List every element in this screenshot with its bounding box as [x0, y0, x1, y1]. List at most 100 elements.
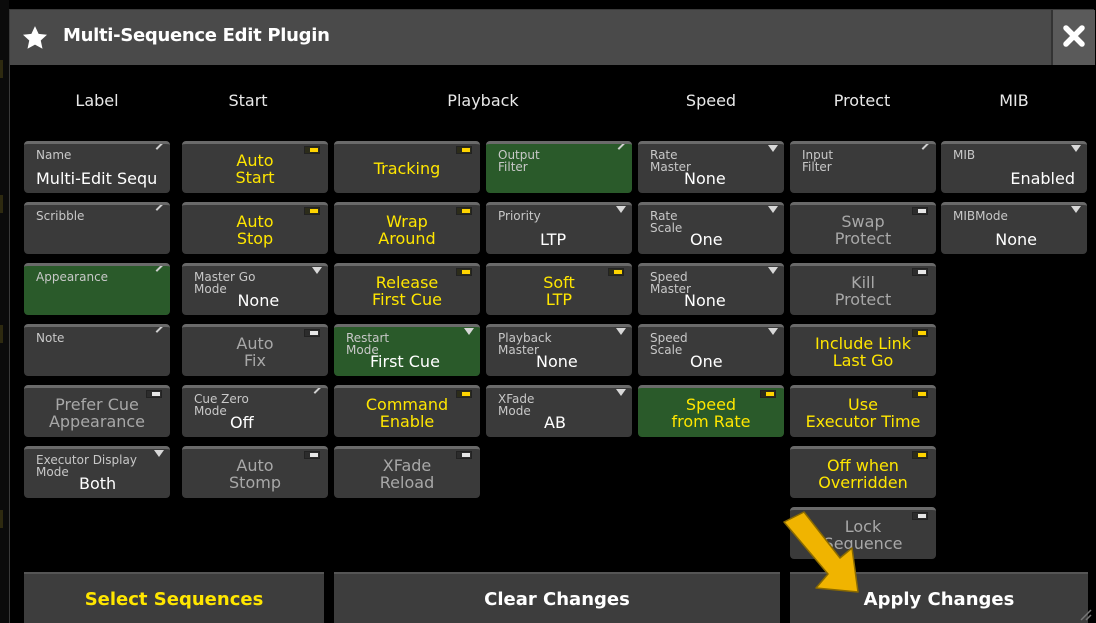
dropdown-indicator-icon [768, 145, 778, 152]
column-header-start: Start [228, 91, 268, 110]
mib-select[interactable]: MIB Enabled [941, 141, 1087, 193]
edit-indicator-icon [155, 327, 164, 333]
edge-marker [0, 325, 3, 343]
scribble-caption: Scribble [36, 209, 85, 223]
speed-scale-value: One [690, 352, 723, 371]
rate-scale-value: One [690, 230, 723, 249]
auto-stomp-toggle[interactable]: Auto Stomp [182, 446, 328, 498]
toggle-label: XFade Reload [379, 455, 435, 492]
off-when-overridden-toggle[interactable]: Off when Overridden [790, 446, 936, 498]
dropdown-indicator-icon [768, 267, 778, 274]
toggle-label: Release First Cue [372, 272, 442, 309]
select-sequences-button[interactable]: Select Sequences [24, 572, 324, 623]
column-header-protect: Protect [833, 91, 891, 110]
dropdown-indicator-icon [768, 328, 778, 335]
mib-mode-select[interactable]: MIBMode None [941, 202, 1087, 254]
appearance-caption: Appearance [36, 270, 109, 284]
wrap-around-toggle[interactable]: Wrap Around [334, 202, 480, 254]
window-title: Multi-Sequence Edit Plugin [63, 25, 330, 46]
star-icon [23, 26, 47, 49]
executor-display-value: Both [79, 474, 117, 493]
left-edge [0, 0, 9, 623]
name-button[interactable]: Name Multi-Edit Sequ [24, 141, 170, 193]
edit-indicator-icon [921, 144, 930, 150]
auto-start-toggle[interactable]: Auto Start [182, 141, 328, 193]
name-value: Multi-Edit Sequ [36, 169, 158, 188]
use-executor-time-toggle[interactable]: Use Executor Time [790, 385, 936, 437]
column-header-playback: Playback [447, 91, 519, 110]
edge-marker [0, 510, 3, 528]
xfade-reload-toggle[interactable]: XFade Reload [334, 446, 480, 498]
priority-value: LTP [540, 230, 567, 249]
restart-mode-select[interactable]: Restart Mode First Cue [334, 324, 480, 376]
rate-scale-caption: Rate Scale [650, 209, 683, 235]
include-link-last-go-toggle[interactable]: Include Link Last Go [790, 324, 936, 376]
kill-protect-toggle[interactable]: Kill Protect [790, 263, 936, 315]
tracking-toggle[interactable]: Tracking [334, 141, 480, 193]
speed-from-rate-toggle[interactable]: Speed from Rate [638, 385, 784, 437]
dropdown-indicator-icon [616, 206, 626, 213]
name-caption: Name [36, 148, 72, 162]
xfade-mode-select[interactable]: XFade Mode AB [486, 385, 632, 437]
column-header-mib: MIB [999, 91, 1029, 110]
cue-zero-mode-select[interactable]: Cue Zero Mode Off [182, 385, 328, 437]
output-filter-caption: Output Filter [498, 148, 540, 174]
appearance-button[interactable]: Appearance [24, 263, 170, 315]
edit-indicator-icon [155, 144, 164, 150]
mib-mode-caption: MIBMode [953, 209, 1008, 223]
clear-changes-button[interactable]: Clear Changes [334, 572, 780, 623]
release-first-cue-toggle[interactable]: Release First Cue [334, 263, 480, 315]
prefer-cue-appearance-toggle[interactable]: Prefer Cue Appearance [24, 385, 170, 437]
title-bar[interactable]: Multi-Sequence Edit Plugin [10, 10, 1095, 65]
priority-caption: Priority [498, 209, 541, 223]
edit-indicator-icon [313, 388, 322, 394]
edit-indicator-icon [155, 266, 164, 272]
cue-zero-value: Off [230, 413, 254, 432]
column-header-label: Label [75, 91, 119, 110]
column-header-speed: Speed [685, 91, 737, 110]
rate-master-value: None [684, 169, 726, 188]
toggle-label: Command Enable [365, 394, 449, 431]
mib-value: Enabled [1010, 169, 1075, 188]
toggle-label: Auto Stop [236, 211, 274, 248]
input-filter-button[interactable]: Input Filter [790, 141, 936, 193]
note-button[interactable]: Note [24, 324, 170, 376]
note-caption: Note [36, 331, 65, 345]
rate-master-select[interactable]: Rate Master None [638, 141, 784, 193]
speed-master-select[interactable]: Speed Master None [638, 263, 784, 315]
auto-stop-toggle[interactable]: Auto Stop [182, 202, 328, 254]
highlight-arrow-icon [783, 511, 859, 593]
master-go-value: None [237, 291, 280, 310]
plugin-window: Multi-Sequence Edit Plugin Label Start P… [9, 9, 1095, 623]
dropdown-indicator-icon [616, 389, 626, 396]
scribble-button[interactable]: Scribble [24, 202, 170, 254]
mib-caption: MIB [953, 148, 976, 162]
priority-select[interactable]: Priority LTP [486, 202, 632, 254]
speed-scale-select[interactable]: Speed Scale One [638, 324, 784, 376]
resize-grip-icon[interactable] [1076, 605, 1092, 621]
toggle-label: Tracking [373, 159, 441, 178]
playback-master-select[interactable]: Playback Master None [486, 324, 632, 376]
restart-mode-value: First Cue [370, 352, 440, 371]
toggle-label: Include Link Last Go [814, 333, 912, 370]
close-x-icon [1063, 25, 1085, 47]
edge-marker [0, 195, 3, 213]
master-go-mode-select[interactable]: Master Go Mode None [182, 263, 328, 315]
input-filter-caption: Input Filter [802, 148, 834, 174]
toggle-label: Auto Stomp [229, 455, 281, 492]
rate-scale-select[interactable]: Rate Scale One [638, 202, 784, 254]
mib-mode-value: None [995, 230, 1037, 249]
playback-master-value: None [536, 352, 578, 371]
toggle-label: Use Executor Time [805, 394, 921, 431]
toggle-label: Wrap Around [378, 211, 436, 248]
soft-ltp-toggle[interactable]: Soft LTP [486, 263, 632, 315]
swap-protect-toggle[interactable]: Swap Protect [790, 202, 936, 254]
dropdown-indicator-icon [312, 267, 322, 274]
xfade-mode-value: AB [544, 413, 566, 432]
executor-display-mode-select[interactable]: Executor Display Mode Both [24, 446, 170, 498]
auto-fix-toggle[interactable]: Auto Fix [182, 324, 328, 376]
dropdown-indicator-icon [464, 328, 474, 335]
close-button[interactable] [1051, 10, 1095, 65]
output-filter-button[interactable]: Output Filter [486, 141, 632, 193]
command-enable-toggle[interactable]: Command Enable [334, 385, 480, 437]
